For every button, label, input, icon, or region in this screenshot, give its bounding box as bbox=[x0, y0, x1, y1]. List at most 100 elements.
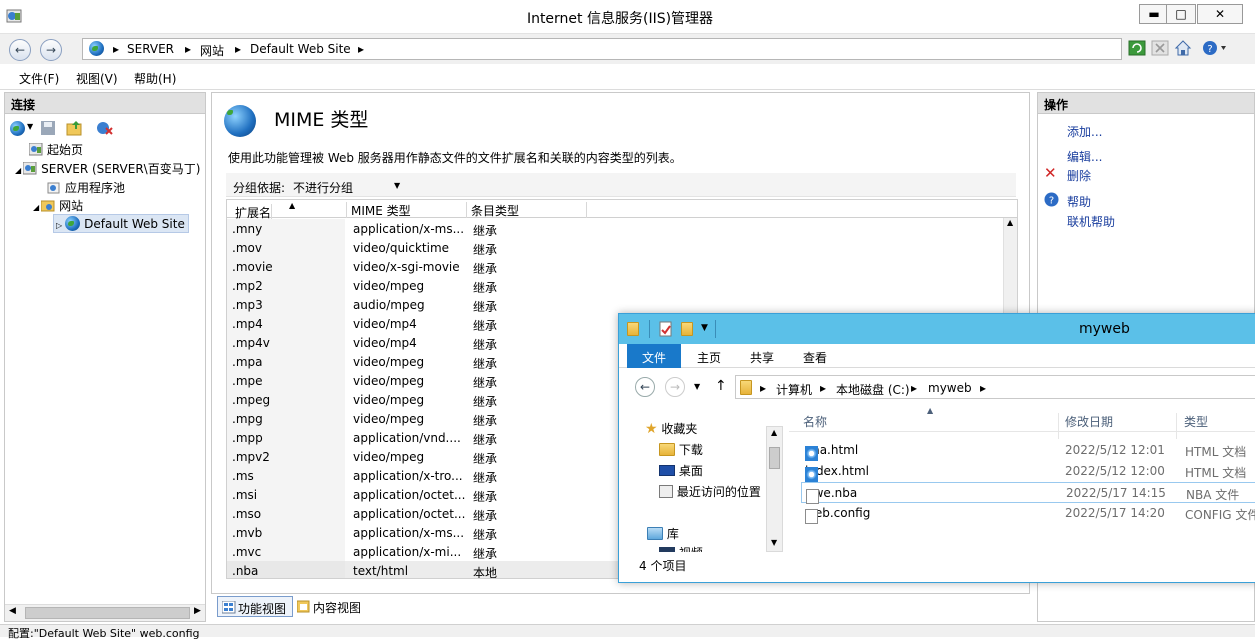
minimize-button[interactable]: ▬ bbox=[1139, 4, 1169, 24]
new-folder-icon[interactable] bbox=[681, 322, 693, 336]
breadcrumb-default-web-site[interactable]: Default Web Site bbox=[250, 42, 351, 56]
cell-extension: .nba bbox=[227, 561, 345, 578]
column-header-entry-type[interactable]: 条目类型 bbox=[467, 202, 587, 218]
cell-mime-type: video/mpeg bbox=[353, 393, 425, 407]
scrollbar-thumb[interactable] bbox=[25, 607, 190, 619]
tab-content-view[interactable]: 内容视图 bbox=[293, 596, 367, 617]
file-row[interactable]: index.html 2022/5/12 12:00 HTML 文档 bbox=[801, 461, 1255, 482]
file-row[interactable]: qwe.nba 2022/5/17 14:15 NBA 文件 bbox=[801, 482, 1255, 504]
nav-videos[interactable]: 视频 bbox=[659, 544, 703, 552]
tree-default-web-site[interactable]: ▷ Default Web Site bbox=[53, 214, 189, 233]
ribbon-tab-share[interactable]: 共享 bbox=[736, 344, 788, 368]
tree-sites[interactable]: ◢ 网站 bbox=[33, 197, 83, 214]
properties-icon[interactable] bbox=[659, 321, 673, 337]
table-row[interactable]: .movie video/x-sgi-movie 继承 bbox=[227, 257, 997, 276]
group-by-select[interactable]: 不进行分组 bbox=[293, 179, 353, 196]
breadcrumb[interactable]: ▸ SERVER ▸ 网站 ▸ Default Web Site ▸ bbox=[82, 38, 1122, 60]
column-header-type[interactable]: 类型 bbox=[1184, 413, 1255, 439]
nav-downloads[interactable]: 下载 bbox=[659, 441, 703, 458]
action-delete[interactable]: 删除 bbox=[1067, 167, 1091, 184]
scroll-right-icon[interactable]: ▶ bbox=[194, 606, 201, 616]
app-pool-icon bbox=[47, 182, 60, 194]
table-row[interactable]: .mny application/x-ms... 继承 bbox=[227, 219, 997, 238]
table-row[interactable]: .mp3 audio/mpeg 继承 bbox=[227, 295, 997, 314]
downloads-folder-icon bbox=[659, 443, 675, 456]
up-folder-icon[interactable] bbox=[66, 120, 84, 136]
recent-locations-icon[interactable]: ▼ bbox=[694, 382, 700, 391]
cell-extension: .mpeg bbox=[227, 390, 345, 409]
tree-expanded-icon[interactable]: ◢ bbox=[33, 203, 39, 212]
scroll-up-icon[interactable]: ▲ bbox=[1007, 218, 1013, 227]
file-row[interactable]: web.config 2022/5/17 14:20 CONFIG 文件 bbox=[801, 503, 1255, 524]
tree-collapsed-icon[interactable]: ▷ bbox=[56, 221, 62, 230]
back-button[interactable]: ← bbox=[9, 39, 31, 61]
file-row[interactable]: aaa.html 2022/5/12 12:01 HTML 文档 bbox=[801, 440, 1255, 461]
breadcrumb-sites[interactable]: 网站 bbox=[200, 42, 224, 59]
server-icon bbox=[23, 162, 37, 175]
action-online-help[interactable]: 联机帮助 bbox=[1067, 213, 1115, 230]
forward-button[interactable]: → bbox=[40, 39, 62, 61]
up-arrow-icon[interactable]: ↑ bbox=[715, 378, 727, 394]
column-header-extension[interactable]: 扩展名 ▲ bbox=[227, 201, 347, 220]
menu-help[interactable]: 帮助(H) bbox=[134, 70, 176, 87]
action-help[interactable]: 帮助 bbox=[1067, 193, 1091, 210]
tab-features-view[interactable]: 功能视图 bbox=[217, 596, 294, 617]
stop-icon[interactable] bbox=[1151, 40, 1169, 56]
menu-view[interactable]: 视图(V) bbox=[76, 70, 118, 87]
menu-bar: 文件(F) 视图(V) 帮助(H) bbox=[0, 64, 1255, 90]
breadcrumb-server[interactable]: SERVER bbox=[127, 42, 174, 56]
action-add[interactable]: 添加... bbox=[1067, 123, 1102, 140]
scrollbar-thumb[interactable] bbox=[769, 447, 780, 469]
column-header-mime[interactable]: MIME 类型 bbox=[347, 202, 467, 218]
table-row[interactable]: .mp2 video/mpeg 继承 bbox=[227, 276, 997, 295]
help-dropdown-icon[interactable]: ? bbox=[1202, 39, 1228, 57]
cell-entry-type: 继承 bbox=[473, 319, 498, 333]
cell-extension: .mpg bbox=[227, 409, 345, 428]
separator bbox=[715, 320, 716, 338]
explorer-back-button[interactable]: ← bbox=[635, 377, 655, 397]
ribbon-tab-home[interactable]: 主页 bbox=[683, 344, 735, 368]
explorer-breadcrumb[interactable]: ▸ 计算机 ▸ 本地磁盘 (C:) ▸ myweb ▸ bbox=[735, 375, 1255, 399]
save-icon[interactable] bbox=[40, 120, 56, 136]
explorer-forward-button[interactable]: → bbox=[665, 377, 685, 397]
scroll-left-icon[interactable]: ◀ bbox=[9, 606, 16, 616]
breadcrumb-computer[interactable]: 计算机 bbox=[776, 381, 812, 398]
nav-recent[interactable]: 最近访问的位置 bbox=[659, 483, 761, 500]
ribbon-tab-file[interactable]: 文件 bbox=[627, 344, 682, 368]
connect-globe-icon[interactable] bbox=[10, 121, 25, 136]
chevron-down-icon[interactable]: ▼ bbox=[27, 122, 33, 131]
home-icon[interactable] bbox=[1174, 39, 1192, 57]
breadcrumb-myweb[interactable]: myweb bbox=[928, 381, 972, 395]
cell-mime-type: video/x-sgi-movie bbox=[353, 260, 460, 274]
globe-icon bbox=[89, 41, 104, 56]
scroll-up-icon[interactable]: ▲ bbox=[771, 428, 777, 437]
tree-expanded-icon[interactable]: ◢ bbox=[15, 166, 21, 175]
close-button[interactable]: ✕ bbox=[1197, 4, 1243, 24]
horizontal-scrollbar[interactable]: ◀ ▶ bbox=[5, 604, 205, 621]
table-row[interactable]: .mov video/quicktime 继承 bbox=[227, 238, 997, 257]
feature-description: 使用此功能管理被 Web 服务器用作静态文件的文件扩展名和关联的内容类型的列表。 bbox=[228, 151, 682, 165]
tree-app-pools[interactable]: 应用程序池 bbox=[47, 179, 125, 196]
menu-file[interactable]: 文件(F) bbox=[19, 70, 59, 87]
column-header-date[interactable]: 修改日期 bbox=[1065, 413, 1177, 439]
scroll-down-icon[interactable]: ▼ bbox=[771, 538, 777, 547]
maximize-button[interactable]: □ bbox=[1166, 4, 1196, 24]
cell-extension: .mov bbox=[227, 238, 345, 257]
ribbon-tab-view[interactable]: 查看 bbox=[789, 344, 841, 368]
refresh-icon[interactable] bbox=[1128, 40, 1146, 56]
nav-desktop[interactable]: 桌面 bbox=[659, 462, 703, 479]
breadcrumb-local-disk[interactable]: 本地磁盘 (C:) bbox=[836, 381, 910, 398]
nav-libraries[interactable]: 库 bbox=[647, 525, 679, 542]
tree-label: SERVER (SERVER\百变马丁) bbox=[41, 162, 201, 176]
action-edit[interactable]: 编辑... bbox=[1067, 148, 1102, 165]
chevron-down-icon[interactable]: ▼ bbox=[394, 181, 400, 190]
navigation-scrollbar[interactable]: ▲ ▼ bbox=[766, 426, 783, 552]
separator bbox=[649, 320, 650, 338]
tree-start-page[interactable]: 起始页 bbox=[29, 141, 83, 158]
disconnect-icon[interactable] bbox=[96, 120, 114, 136]
chevron-down-icon[interactable]: ▼ bbox=[701, 323, 708, 333]
tree-server[interactable]: ◢ SERVER (SERVER\百变马丁) bbox=[15, 160, 200, 177]
file-date: 2022/5/17 14:20 bbox=[1065, 506, 1165, 520]
nav-favorites[interactable]: ★ 收藏夹 bbox=[645, 420, 697, 437]
sort-ascending-icon: ▲ bbox=[927, 406, 934, 415]
